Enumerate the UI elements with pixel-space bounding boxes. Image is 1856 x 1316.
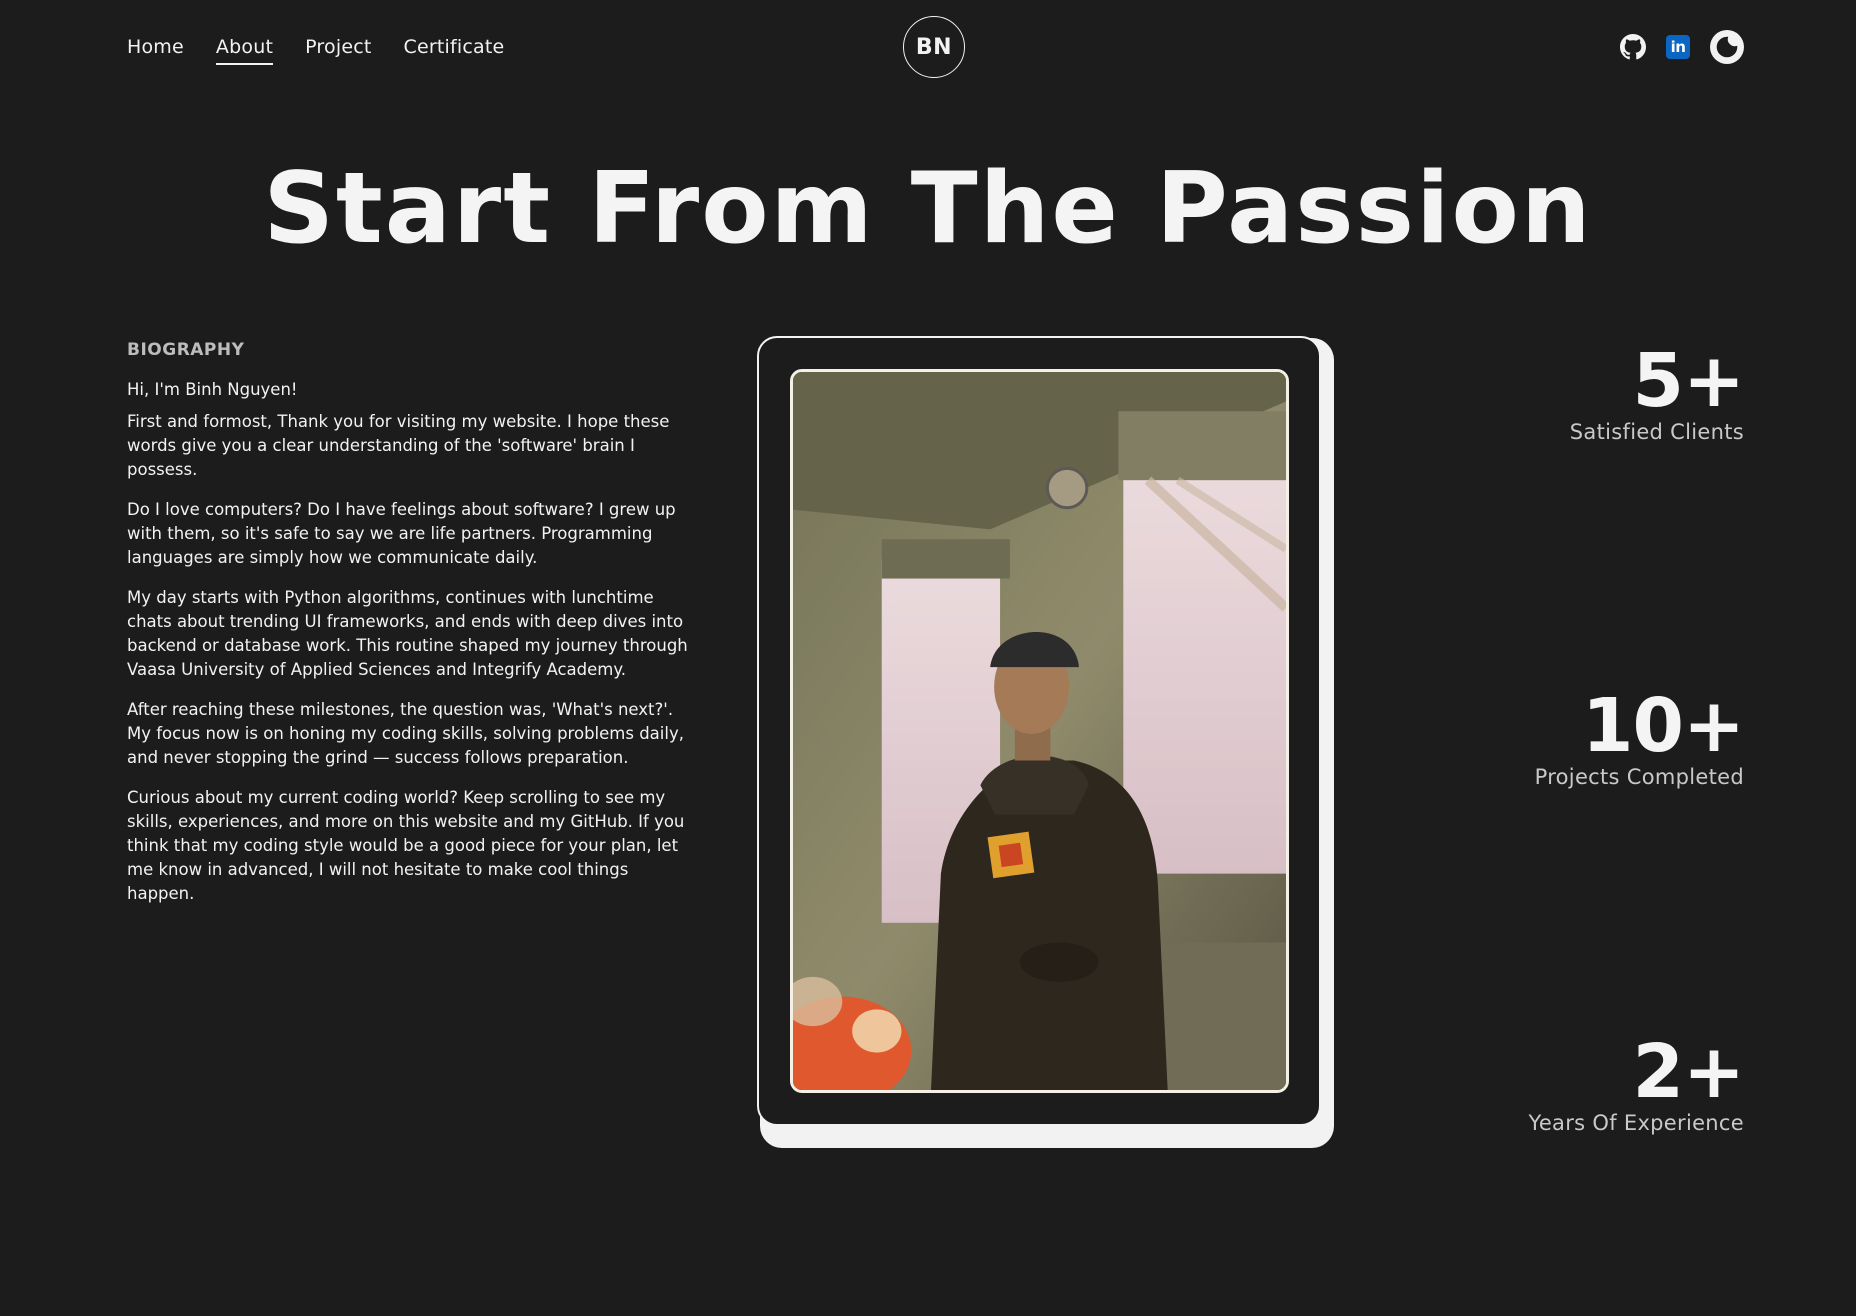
hero-title: Start From The Passion xyxy=(263,152,1593,266)
stat-value: 5+ xyxy=(1632,338,1746,424)
profile-photo-illustration xyxy=(793,372,1286,1090)
stat-label: Projects Completed xyxy=(1534,765,1744,789)
profile-photo xyxy=(790,369,1289,1093)
biography-paragraph: Curious about my current coding world? K… xyxy=(127,788,685,903)
stat-projects-completed: 10+ Projects Completed xyxy=(1534,683,1745,789)
biography-greeting: Hi, I'm Binh Nguyen! xyxy=(127,380,298,399)
biography-section: BIOGRAPHY Hi, I'm Binh Nguyen! First and… xyxy=(127,340,695,922)
biography-paragraph: My day starts with Python algorithms, co… xyxy=(127,588,688,679)
site-logo[interactable]: BN xyxy=(903,16,965,78)
stat-satisfied-clients: 5+ Satisfied Clients xyxy=(1569,338,1746,444)
nav-link-about[interactable]: About xyxy=(215,36,274,65)
theme-toggle-button[interactable] xyxy=(1710,30,1744,64)
nav-link-certificate[interactable]: Certificate xyxy=(404,36,505,65)
main-nav: Home About Project Certificate xyxy=(127,36,504,65)
stat-label: Years Of Experience xyxy=(1528,1111,1744,1135)
nav-link-project[interactable]: Project xyxy=(305,36,371,65)
nav-link-home[interactable]: Home xyxy=(127,36,184,65)
stat-years-experience: 2+ Years Of Experience xyxy=(1529,1035,1745,1135)
stat-label: Satisfied Clients xyxy=(1569,420,1744,444)
about-page: Home About Project Certificate BN in Sta… xyxy=(0,0,1856,1316)
github-link[interactable] xyxy=(1620,34,1646,60)
github-icon xyxy=(1620,34,1646,60)
biography-heading: BIOGRAPHY xyxy=(127,340,245,360)
stat-value: 10+ xyxy=(1582,683,1745,769)
biography-paragraph: First and formost, Thank you for visitin… xyxy=(127,412,670,479)
moon-icon xyxy=(1716,36,1738,58)
biography-paragraph: Do I love computers? Do I have feelings … xyxy=(127,500,676,567)
linkedin-link[interactable]: in xyxy=(1666,35,1690,59)
stat-value: 2+ xyxy=(1632,1029,1745,1115)
biography-paragraph: After reaching these milestones, the que… xyxy=(127,700,684,767)
social-links: in xyxy=(1620,30,1744,64)
linkedin-icon: in xyxy=(1666,35,1690,59)
